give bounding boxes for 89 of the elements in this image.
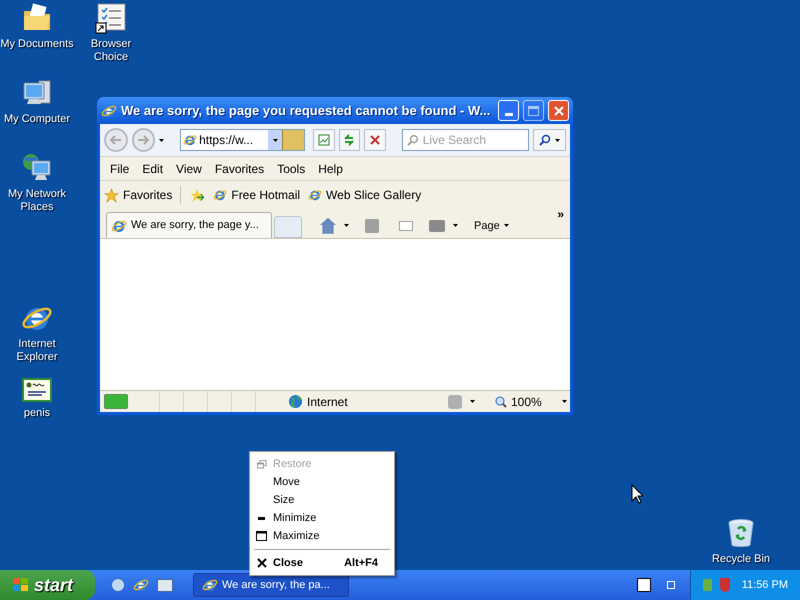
document-icon — [318, 134, 330, 146]
address-field[interactable]: https://w... — [180, 129, 306, 151]
menu-item[interactable]: Maximize — [250, 527, 394, 545]
stop-button[interactable] — [364, 129, 386, 151]
security-shield-icon[interactable] — [720, 578, 730, 592]
desktop-icon[interactable]: Internet Explorer — [0, 302, 74, 364]
browser-tab[interactable]: We are sorry, the page y... — [106, 212, 272, 238]
menu-item[interactable]: Edit — [136, 160, 170, 178]
desktop-icon-label: My Documents — [0, 38, 74, 51]
refresh-button[interactable] — [338, 129, 360, 151]
close-icon — [256, 558, 266, 568]
menu-item[interactable]: Close Alt+F4 — [250, 554, 394, 572]
history-caret-icon — [159, 138, 164, 142]
taskbar-button[interactable]: We are sorry, the pa... — [193, 573, 349, 597]
desktop-icon[interactable]: My Documents — [0, 2, 74, 51]
start-button[interactable]: start — [0, 570, 95, 600]
close-button[interactable] — [548, 100, 569, 121]
menu-item[interactable]: Help — [312, 160, 349, 178]
caret-icon — [562, 400, 567, 403]
ie-icon — [202, 577, 218, 593]
back-button[interactable] — [104, 128, 128, 152]
refresh-icon — [343, 134, 356, 146]
maximize-button[interactable] — [523, 100, 544, 121]
desktop-icon-label: My Computer — [4, 113, 70, 126]
caret-icon — [344, 224, 349, 228]
more-tools-button[interactable]: » — [557, 205, 564, 223]
caret-icon — [470, 400, 475, 403]
menu-item[interactable]: View — [170, 160, 208, 178]
minimize-icon — [258, 516, 265, 520]
caret-icon — [554, 138, 560, 142]
clock: 11:56 PM — [742, 578, 788, 593]
forward-button[interactable] — [132, 128, 156, 152]
quick-launch-icon[interactable] — [111, 578, 125, 592]
desktop-icon-label: penis — [24, 407, 50, 420]
menu-item[interactable]: File — [104, 160, 136, 178]
globe-icon — [288, 394, 303, 409]
page-icon — [308, 188, 322, 202]
menu-item[interactable]: Size — [250, 491, 394, 509]
caret-icon — [504, 224, 509, 228]
menu-item[interactable]: Tools — [271, 160, 312, 178]
certificate-icon — [21, 377, 53, 403]
checklist-shortcut-icon — [95, 2, 127, 34]
caret-icon — [272, 138, 278, 142]
home-icon[interactable] — [320, 218, 336, 234]
desktop-icon[interactable]: Browser Choice — [74, 2, 148, 64]
forward-arrow-icon — [137, 135, 150, 145]
desktop-icon[interactable]: penis — [0, 377, 74, 420]
favorites-button[interactable]: Favorites — [104, 186, 182, 204]
desktop-icon[interactable]: My Computer — [0, 77, 74, 126]
ie-quick-launch-icon — [133, 577, 149, 593]
zoom-level[interactable]: 100% — [511, 392, 542, 410]
progress-icon — [104, 394, 128, 409]
search-button[interactable] — [532, 129, 566, 151]
show-desktop-icon[interactable] — [157, 578, 173, 592]
caret-icon — [453, 224, 458, 228]
windows-logo-icon — [12, 577, 30, 593]
dropdown-button[interactable] — [268, 130, 282, 150]
favorite-link[interactable]: Web Slice Gallery — [308, 186, 422, 204]
desktop-icon-label: Internet Explorer — [16, 338, 58, 364]
zoom-icon — [495, 396, 507, 408]
compatibility-button[interactable] — [313, 129, 335, 151]
desktop-icon-label: Browser Choice — [90, 38, 132, 64]
restore-icon — [256, 460, 266, 468]
star-icon — [104, 188, 119, 202]
minimize-button[interactable] — [498, 100, 519, 121]
window-title: We are sorry, the page you requested cannot be found - W... — [121, 102, 492, 120]
desktop-icon[interactable]: Recycle Bin — [704, 517, 778, 566]
search-icon — [406, 133, 419, 147]
search-icon — [538, 134, 551, 146]
back-arrow-icon — [110, 135, 122, 145]
desktop-icon-label: My Network Places — [6, 188, 68, 214]
search-field[interactable]: Live Search — [402, 129, 529, 151]
close-icon — [554, 106, 564, 116]
page-icon — [183, 133, 198, 147]
page-icon — [213, 188, 228, 202]
search-input[interactable]: Live Search — [422, 131, 524, 149]
mail-icon[interactable] — [399, 220, 413, 231]
menu-item[interactable]: Favorites — [208, 160, 270, 178]
mouse-pointer-icon — [631, 484, 643, 504]
maximize-icon — [256, 531, 267, 541]
security-zone: Internet — [307, 394, 348, 410]
stop-icon — [370, 135, 380, 145]
desktop-icon[interactable]: My Network Places — [0, 152, 74, 214]
favorite-link[interactable]: Free Hotmail — [213, 186, 300, 204]
page-menu[interactable]: Page — [474, 218, 509, 234]
add-favorite-icon[interactable] — [189, 188, 206, 202]
menu-item[interactable]: Move — [250, 473, 394, 491]
desktop-icon-label: Recycle Bin — [712, 553, 770, 566]
menu-item[interactable]: Minimize — [250, 509, 394, 527]
